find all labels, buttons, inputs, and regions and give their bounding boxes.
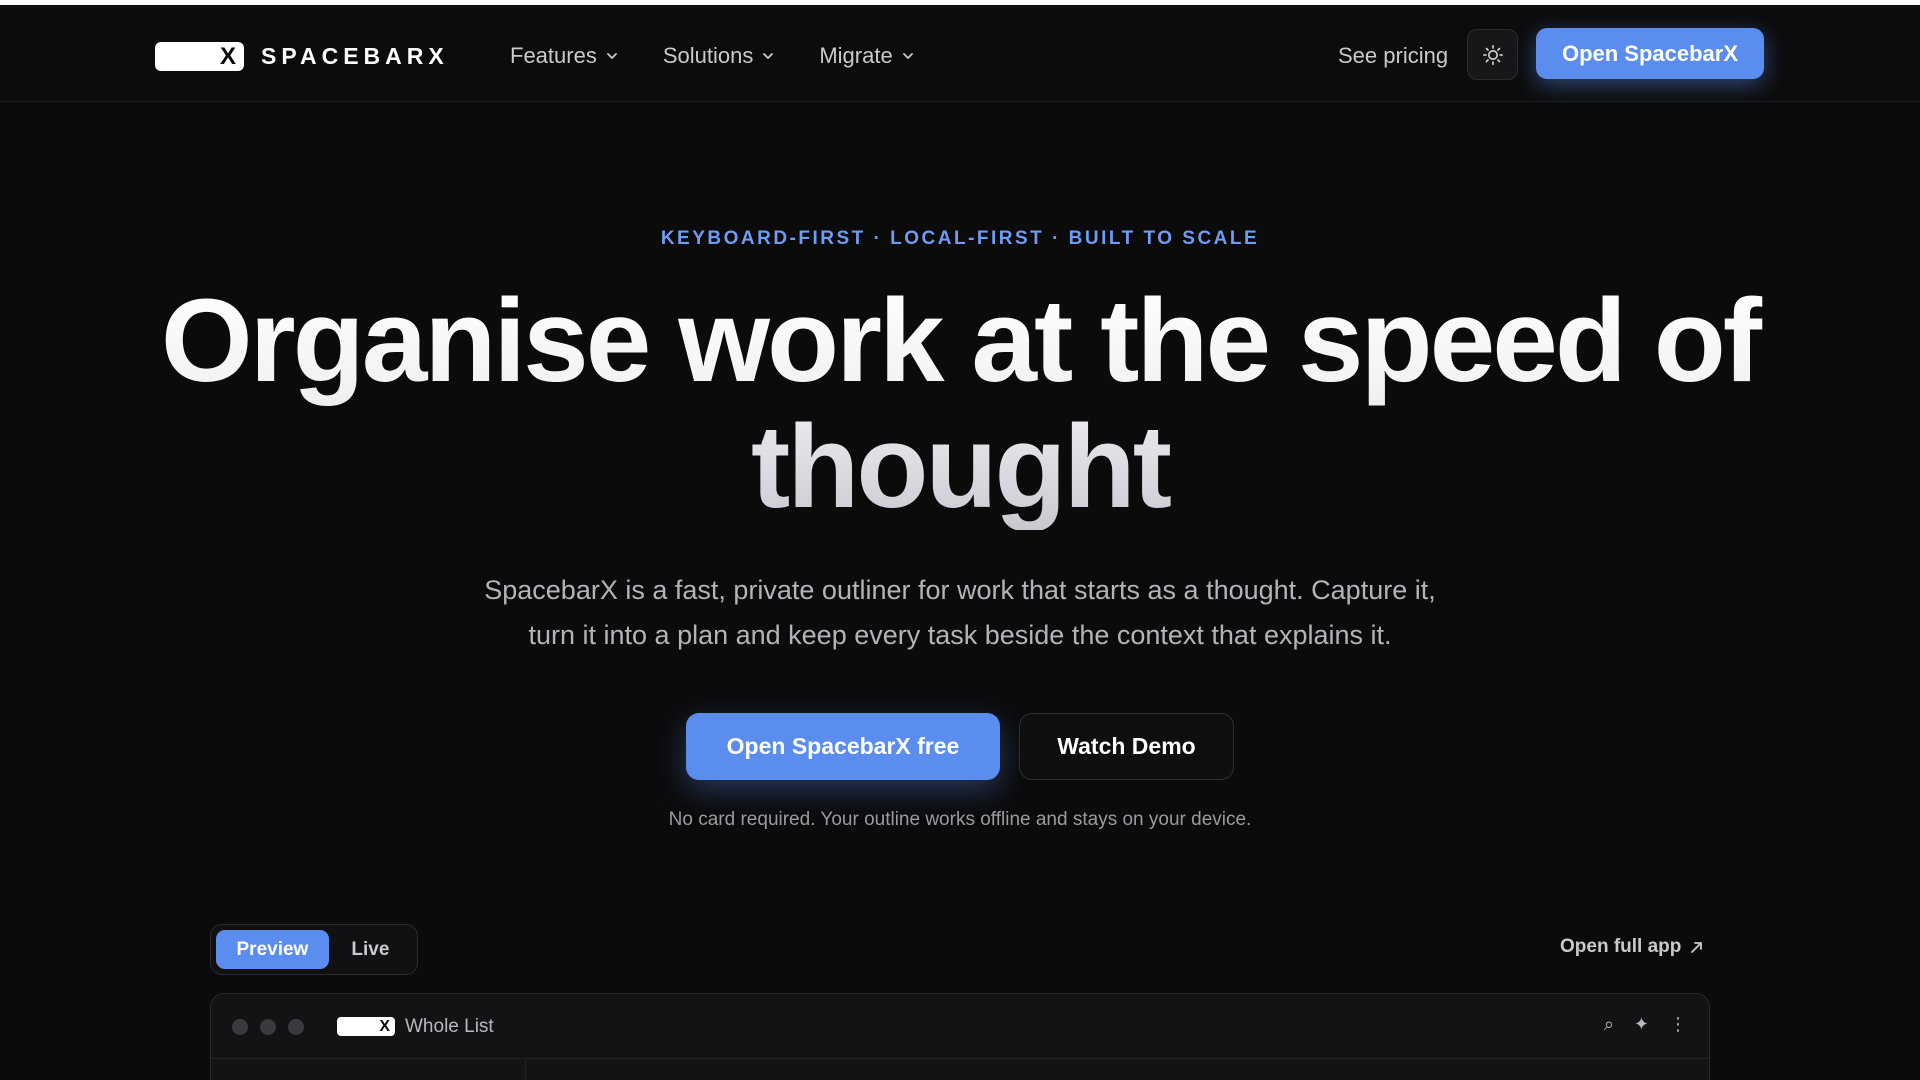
chevron-down-icon: [902, 53, 913, 59]
logo-x: X: [219, 42, 236, 70]
search-icon[interactable]: ⌕: [1604, 1014, 1614, 1035]
window-controls: [232, 1019, 316, 1035]
app-titlebar: X Whole List ⌕ ✦ ⋮: [211, 994, 1709, 1059]
arrow-up-right-icon: [1691, 941, 1703, 953]
nav-features-label: Features: [510, 43, 597, 68]
open-full-app-label: Open full app: [1560, 936, 1682, 957]
window-dot-close[interactable]: [232, 1019, 248, 1035]
hero-headline: Organise work at the speed of thought: [0, 278, 1920, 530]
nav-features[interactable]: Features: [510, 43, 619, 69]
hero-eyebrow: KEYBOARD-FIRST · LOCAL-FIRST · BUILT TO …: [660, 228, 1260, 249]
sidebar-divider: [525, 1060, 526, 1080]
window-dot-minimize[interactable]: [260, 1019, 276, 1035]
nav-migrate-label: Migrate: [819, 43, 893, 68]
see-pricing-link[interactable]: See pricing: [1338, 43, 1448, 69]
hero-subtext: SpacebarX is a fast, private outliner fo…: [484, 575, 1436, 650]
hero-note: No card required. Your outline works off…: [668, 809, 1252, 830]
open-full-app-link[interactable]: Open full app: [1560, 936, 1704, 958]
sparkle-icon[interactable]: ✦: [1634, 1014, 1649, 1035]
headline-line-2: thought: [751, 401, 1169, 533]
live-tab[interactable]: Live: [329, 930, 412, 969]
chevron-down-icon: [606, 53, 617, 59]
preview-live-toggle: Preview Live: [210, 924, 418, 975]
app-window-title: Whole List: [405, 1016, 494, 1037]
main-nav: Features Solutions Migrate: [510, 38, 959, 74]
brand-name: SPACEBARX: [261, 42, 449, 69]
open-spacebarx-button[interactable]: Open SpacebarX: [1536, 28, 1764, 79]
preview-tab[interactable]: Preview: [216, 930, 329, 969]
titlebar-actions: ⌕ ✦ ⋮: [1584, 1014, 1687, 1035]
headline-line-1: Organise work at the speed of: [160, 275, 1760, 407]
window-dot-maximize[interactable]: [288, 1019, 304, 1035]
app-logo-x: X: [379, 1018, 390, 1035]
watch-demo-button[interactable]: Watch Demo: [1019, 713, 1234, 780]
nav-solutions-label: Solutions: [662, 43, 754, 68]
nav-migrate[interactable]: Migrate: [819, 43, 914, 69]
more-vertical-icon[interactable]: ⋮: [1669, 1014, 1687, 1035]
open-spacebarx-free-button[interactable]: Open SpacebarX free: [686, 713, 1000, 780]
site-header: X SPACEBARX Features Solutions Migrate S…: [0, 5, 1920, 102]
theme-toggle-button[interactable]: [1467, 29, 1518, 80]
logo-mark: X: [155, 41, 244, 71]
chevron-down-icon: [763, 53, 774, 59]
nav-solutions[interactable]: Solutions: [663, 43, 776, 69]
brand-logo-link[interactable]: X SPACEBARX: [155, 38, 449, 74]
sun-icon: [1482, 44, 1503, 65]
app-preview-window: X Whole List ⌕ ✦ ⋮: [210, 993, 1710, 1080]
app-logo: X: [337, 1017, 395, 1036]
